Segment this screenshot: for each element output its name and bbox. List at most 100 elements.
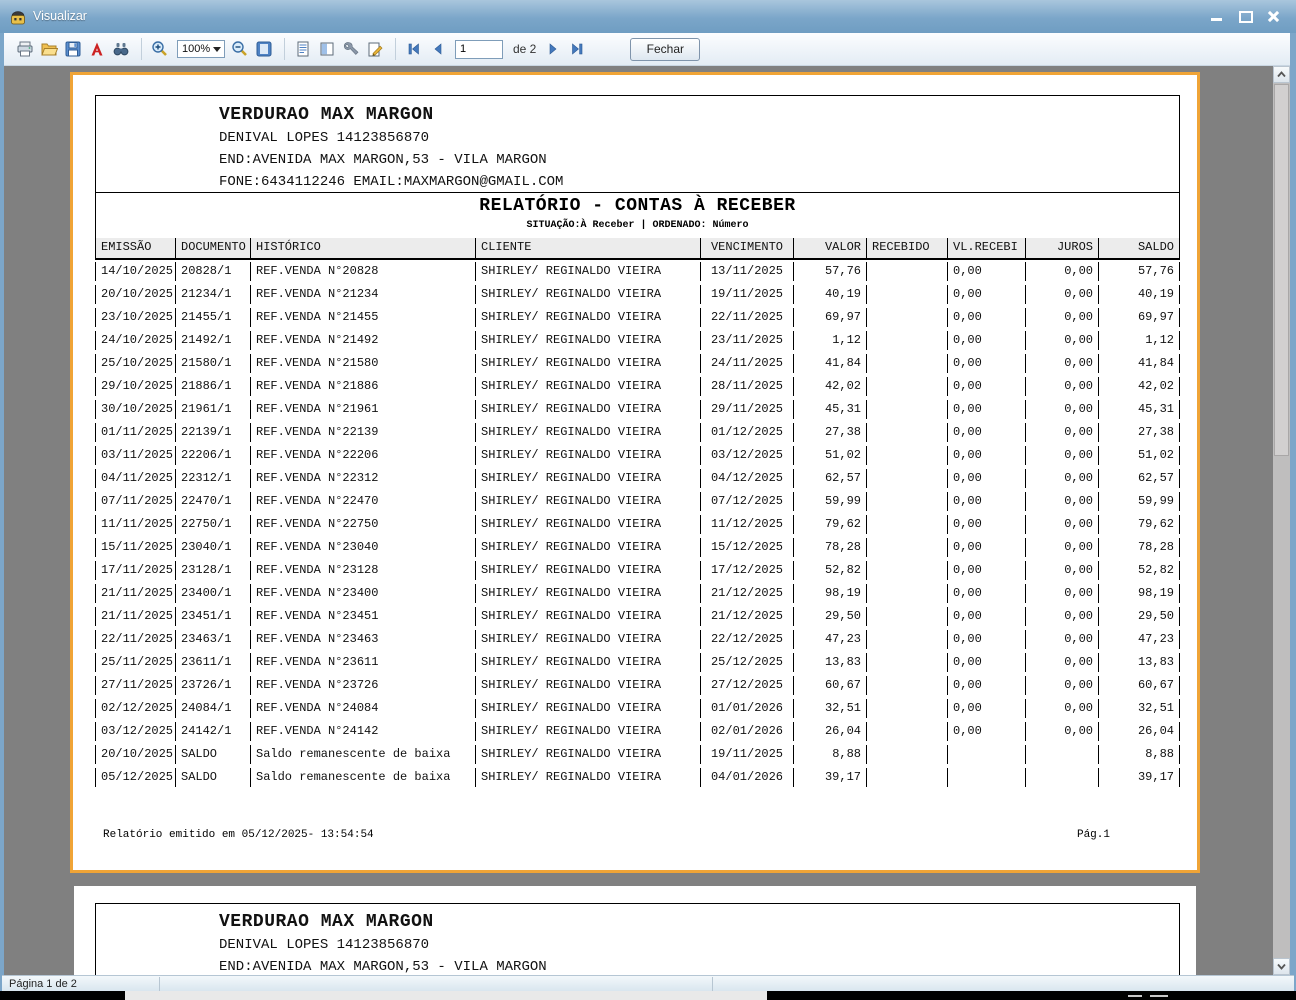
table-cell: 0,00 — [947, 308, 1025, 327]
statusbar-divider — [712, 977, 713, 991]
zoom-select[interactable]: 100% — [177, 40, 225, 58]
table-cell: REF.VENDA N°22470 — [250, 492, 475, 511]
table-cell — [866, 561, 947, 580]
table-cell: 0,00 — [947, 676, 1025, 695]
page-fit-button[interactable] — [253, 38, 275, 60]
toolbar: 100% — [4, 33, 1292, 66]
table-cell: SHIRLEY/ REGINALDO VIEIRA — [475, 308, 700, 327]
status-page-label: Página 1 de 2 — [9, 978, 77, 990]
table-cell: 41,84 — [793, 354, 866, 373]
two-pages-icon — [318, 40, 336, 58]
table-cell: 23128/1 — [175, 561, 250, 580]
zoom-in-button[interactable] — [149, 38, 171, 60]
table-cell: 40,19 — [793, 285, 866, 304]
find-button[interactable] — [110, 38, 132, 60]
save-button[interactable] — [62, 38, 84, 60]
table-row: 27/11/202523726/1REF.VENDA N°23726SHIRLE… — [95, 674, 1180, 697]
last-page-button[interactable] — [566, 38, 588, 60]
minimize-button[interactable] — [1210, 10, 1224, 23]
table-cell: REF.VENDA N°23451 — [250, 607, 475, 626]
last-page-icon — [569, 41, 585, 57]
print-button[interactable] — [14, 38, 36, 60]
open-button[interactable] — [38, 38, 60, 60]
table-cell: REF.VENDA N°21234 — [250, 285, 475, 304]
next-page-button[interactable] — [542, 38, 564, 60]
window-right-border — [1290, 33, 1296, 975]
page-settings-button[interactable] — [292, 38, 314, 60]
table-cell: 21234/1 — [175, 285, 250, 304]
edit-page-button[interactable] — [364, 38, 386, 60]
table-cell: REF.VENDA N°21886 — [250, 377, 475, 396]
table-cell: 0,00 — [947, 722, 1025, 741]
table-cell: 60,67 — [793, 676, 866, 695]
table-cell: 02/12/2025 — [95, 699, 175, 718]
table-cell: 27/11/2025 — [95, 676, 175, 695]
company-header-box: VERDURAO MAX MARGON DENIVAL LOPES 141238… — [95, 95, 1180, 193]
table-cell: 26,04 — [1098, 722, 1180, 741]
table-cell: 27/12/2025 — [700, 676, 793, 695]
table-cell — [947, 745, 1025, 764]
close-report-button[interactable]: Fechar — [630, 38, 700, 61]
table-row: 20/10/2025SALDOSaldo remanescente de bai… — [95, 743, 1180, 766]
table-cell: 23/10/2025 — [95, 308, 175, 327]
company-owner: DENIVAL LOPES 14123856870 — [219, 937, 1179, 953]
table-cell: 0,00 — [947, 492, 1025, 511]
company-contact: FONE:6434112246 EMAIL:MAXMARGON@GMAIL.CO… — [219, 174, 1179, 190]
table-cell: 41,84 — [1098, 354, 1180, 373]
vertical-scrollbar[interactable] — [1273, 66, 1290, 975]
column-header: EMISSÃO — [95, 238, 175, 258]
prev-page-button[interactable] — [427, 38, 449, 60]
table-cell: 25/12/2025 — [700, 653, 793, 672]
table-cell: 03/11/2025 — [95, 446, 175, 465]
table-cell — [866, 492, 947, 511]
table-cell: 01/12/2025 — [700, 423, 793, 442]
export-pdf-button[interactable] — [86, 38, 108, 60]
table-cell: 0,00 — [947, 354, 1025, 373]
table-cell — [866, 400, 947, 419]
table-cell: 47,23 — [1098, 630, 1180, 649]
company-owner: DENIVAL LOPES 14123856870 — [219, 130, 1179, 146]
table-cell: REF.VENDA N°24142 — [250, 722, 475, 741]
table-header-row: EMISSÃODOCUMENTOHISTÓRICOCLIENTEVENCIMEN… — [95, 238, 1180, 260]
table-row: 15/11/202523040/1REF.VENDA N°23040SHIRLE… — [95, 536, 1180, 559]
table-cell: REF.VENDA N°22139 — [250, 423, 475, 442]
table-row: 21/11/202523400/1REF.VENDA N°23400SHIRLE… — [95, 582, 1180, 605]
first-page-button[interactable] — [403, 38, 425, 60]
table-cell: 52,82 — [1098, 561, 1180, 580]
table-cell: 42,02 — [1098, 377, 1180, 396]
company-address: END:AVENIDA MAX MARGON,53 - VILA MARGON — [219, 959, 1179, 975]
scrollbar-thumb[interactable] — [1274, 84, 1289, 456]
table-cell: 32,51 — [793, 699, 866, 718]
table-cell: SHIRLEY/ REGINALDO VIEIRA — [475, 400, 700, 419]
table-cell: 28/11/2025 — [700, 377, 793, 396]
table-cell: 8,88 — [1098, 745, 1180, 764]
page-settings-icon — [294, 40, 312, 58]
chevron-up-icon — [1275, 68, 1288, 81]
table-cell: 07/11/2025 — [95, 492, 175, 511]
report-page-2[interactable]: VERDURAO MAX MARGON DENIVAL LOPES 141238… — [74, 886, 1196, 975]
table-cell: 20/10/2025 — [95, 745, 175, 764]
two-pages-button[interactable] — [316, 38, 338, 60]
zoom-in-icon — [151, 40, 169, 58]
table-cell: 01/11/2025 — [95, 423, 175, 442]
page-number-input[interactable] — [455, 40, 503, 59]
company-header-box-page2: VERDURAO MAX MARGON DENIVAL LOPES 141238… — [95, 903, 1180, 975]
open-icon — [40, 40, 58, 58]
zoom-out-button[interactable] — [229, 38, 251, 60]
scrollbar-up-button[interactable] — [1273, 66, 1290, 83]
maximize-button[interactable] — [1238, 10, 1252, 23]
report-page-1[interactable]: VERDURAO MAX MARGON DENIVAL LOPES 141238… — [70, 72, 1200, 873]
table-cell: 0,00 — [947, 653, 1025, 672]
table-cell: 69,97 — [1098, 308, 1180, 327]
first-page-icon — [406, 41, 422, 57]
table-cell: 0,00 — [1025, 515, 1098, 534]
table-cell — [866, 262, 947, 281]
table-cell: SHIRLEY/ REGINALDO VIEIRA — [475, 607, 700, 626]
table-cell: 0,00 — [1025, 630, 1098, 649]
print-setup-button[interactable] — [340, 38, 362, 60]
scrollbar-down-button[interactable] — [1273, 958, 1290, 975]
table-cell — [866, 607, 947, 626]
table-cell: 0,00 — [1025, 676, 1098, 695]
close-button[interactable] — [1266, 10, 1280, 23]
table-row: 29/10/202521886/1REF.VENDA N°21886SHIRLE… — [95, 375, 1180, 398]
